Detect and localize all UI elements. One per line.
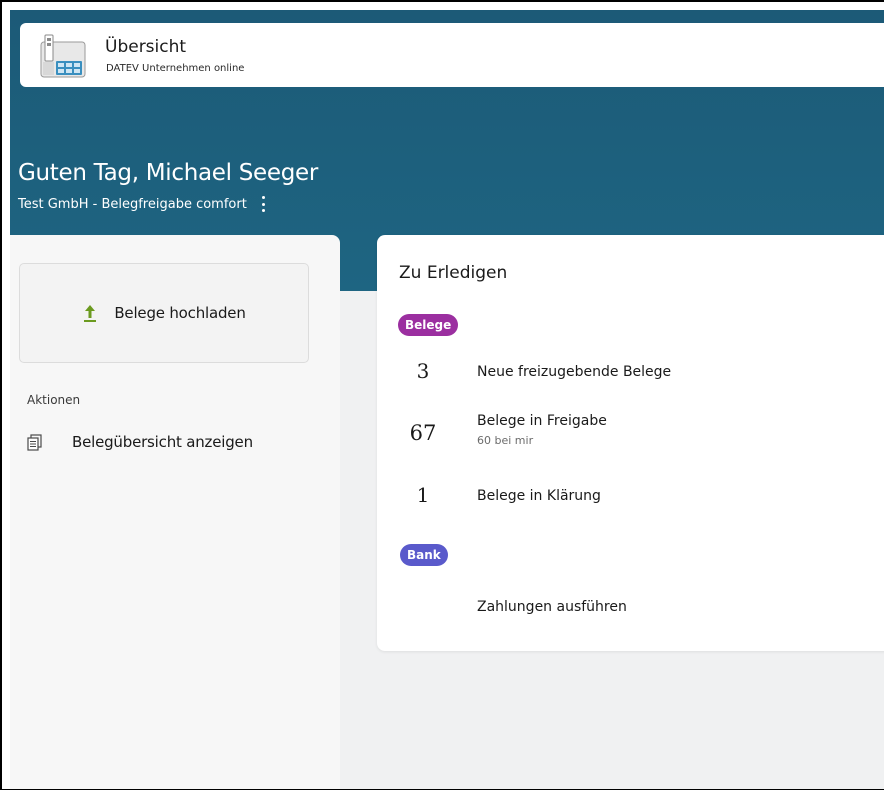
documents-icon bbox=[27, 433, 42, 451]
todo-title: Zu Erledigen bbox=[399, 263, 508, 283]
actions-section-label: Aktionen bbox=[27, 393, 81, 407]
todo-count: 3 bbox=[416, 359, 430, 383]
greeting-heading: Guten Tag, Michael Seeger bbox=[18, 160, 319, 186]
belege-badge: Belege bbox=[398, 314, 459, 336]
todo-card: Zu Erledigen Belege 3 Neue freizugebende… bbox=[377, 235, 884, 651]
title-bar: Übersicht DATEV Unternehmen online bbox=[20, 23, 884, 87]
app-frame: Übersicht DATEV Unternehmen online Guten… bbox=[0, 0, 884, 790]
datev-app-icon bbox=[40, 34, 86, 78]
bank-badge: Bank bbox=[400, 544, 448, 566]
more-options-icon[interactable] bbox=[261, 196, 267, 212]
page-title: Übersicht bbox=[105, 37, 187, 57]
company-name: Test GmbH - Belegfreigabe comfort bbox=[18, 196, 247, 212]
todo-count: 1 bbox=[416, 483, 430, 507]
upload-documents-button[interactable]: Belege hochladen bbox=[19, 263, 309, 363]
sidebar: Belege hochladen Aktionen Belegübersicht… bbox=[10, 235, 340, 789]
todo-item-in-approval[interactable]: 67 Belege in Freigabe 60 bei mir bbox=[399, 410, 859, 460]
todo-label: Belege in Klärung bbox=[477, 488, 601, 504]
app-canvas: Übersicht DATEV Unternehmen online Guten… bbox=[10, 10, 884, 789]
company-row: Test GmbH - Belegfreigabe comfort bbox=[18, 194, 267, 214]
todo-item-clarification[interactable]: 1 Belege in Klärung bbox=[399, 482, 859, 512]
todo-label: Zahlungen ausführen bbox=[477, 599, 627, 615]
app-subtitle: DATEV Unternehmen online bbox=[106, 63, 245, 74]
todo-item-new-documents[interactable]: 3 Neue freizugebende Belege bbox=[399, 358, 859, 388]
action-label: Belegübersicht anzeigen bbox=[72, 433, 253, 451]
document-overview-action[interactable]: Belegübersicht anzeigen bbox=[27, 433, 253, 451]
todo-sublabel: 60 bei mir bbox=[477, 434, 534, 447]
todo-label: Belege in Freigabe bbox=[477, 413, 607, 429]
todo-label: Neue freizugebende Belege bbox=[477, 364, 672, 380]
todo-count: 67 bbox=[409, 421, 437, 445]
upload-label: Belege hochladen bbox=[114, 304, 246, 322]
todo-item-execute-payments[interactable]: Zahlungen ausführen bbox=[399, 593, 859, 623]
upload-arrow-icon bbox=[84, 305, 97, 322]
